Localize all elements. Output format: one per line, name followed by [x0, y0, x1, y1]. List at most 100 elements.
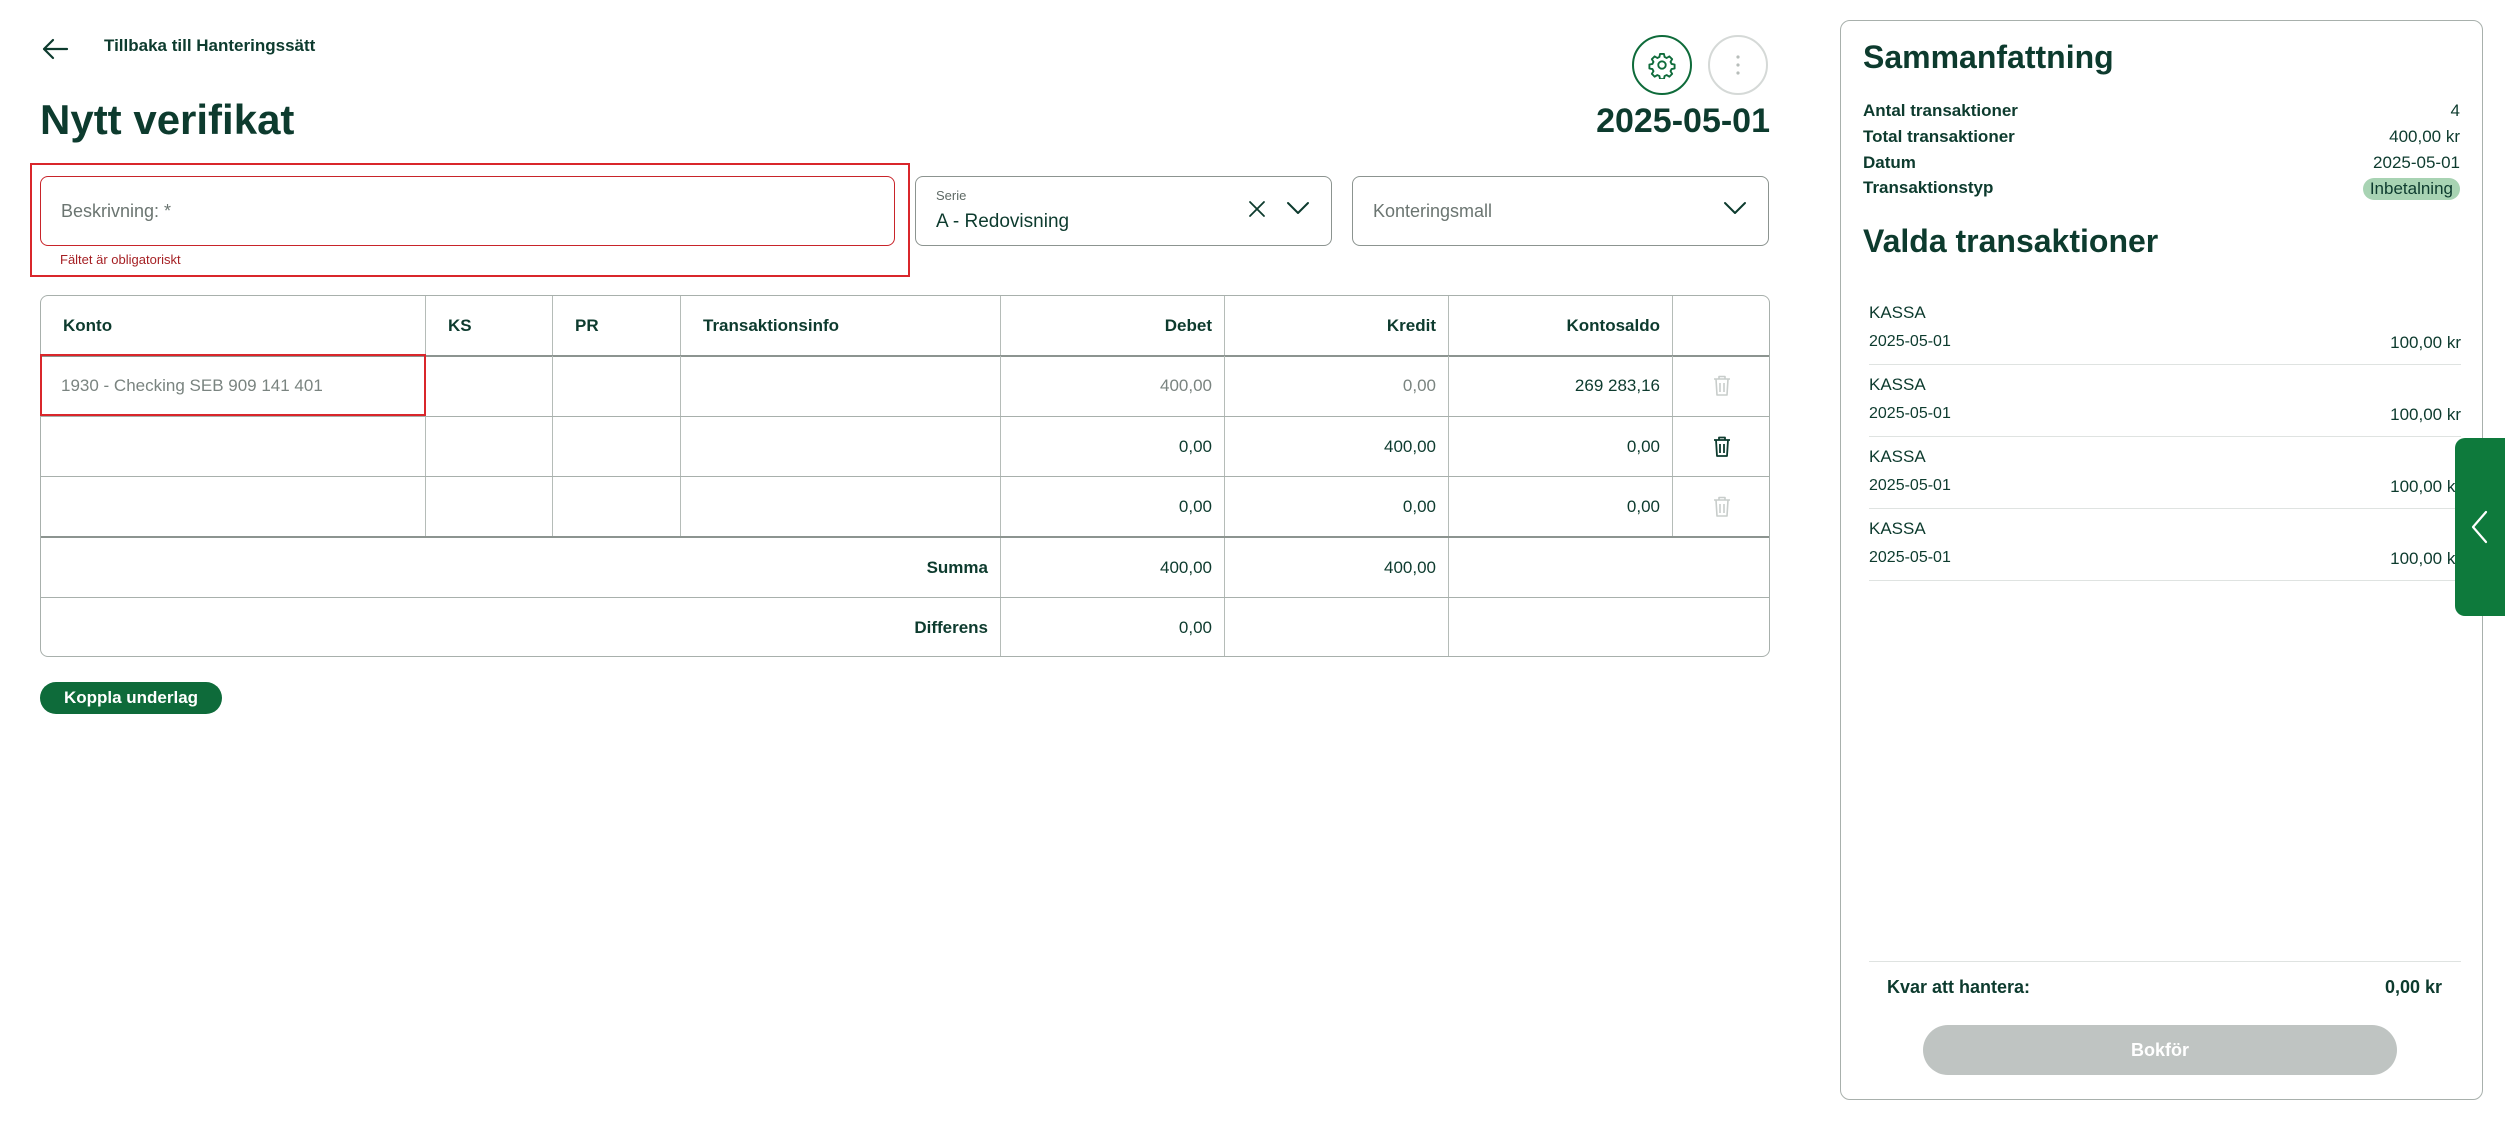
summary-row: Total transaktioner 400,00 kr [1863, 127, 2460, 147]
summary-row: Datum 2025-05-01 [1863, 153, 2460, 173]
summary-value: 2025-05-01 [2373, 153, 2460, 172]
summary-label: Antal transaktioner [1863, 101, 2018, 120]
ks-cell[interactable] [426, 477, 553, 536]
pr-cell[interactable] [553, 417, 681, 476]
book-button[interactable]: Bokför [1923, 1025, 2397, 1075]
differens-value: 0,00 [1001, 598, 1225, 656]
description-field[interactable]: Beskrivning: * [40, 176, 895, 246]
pr-cell[interactable] [553, 356, 681, 416]
remaining-label: Kvar att hantera: [1887, 977, 2031, 997]
info-cell[interactable] [681, 417, 1001, 476]
differens-empty [1225, 598, 1449, 656]
chevron-down-icon[interactable] [1723, 200, 1747, 216]
transaction-amount: 100,00 kr [2390, 477, 2461, 496]
kredit-cell[interactable]: 0,00 [1225, 356, 1449, 416]
delete-cell [1673, 477, 1769, 536]
back-button[interactable] [40, 34, 70, 64]
arrow-left-icon [42, 38, 69, 60]
table-row: 0,00 0,00 0,00 [41, 477, 1769, 536]
ks-cell[interactable] [426, 417, 553, 476]
kredit-cell[interactable]: 0,00 [1225, 477, 1449, 536]
col-header-ks: KS [426, 296, 553, 355]
table-header-row: Konto KS PR Transaktionsinfo Debet Kredi… [41, 296, 1769, 355]
summary-label: Datum [1863, 153, 1916, 172]
saldo-cell: 0,00 [1449, 477, 1673, 536]
summa-debet: 400,00 [1001, 538, 1225, 597]
trash-icon [1713, 436, 1730, 457]
debet-cell[interactable]: 400,00 [1001, 356, 1225, 416]
debet-cell[interactable]: 0,00 [1001, 477, 1225, 536]
list-item[interactable]: KASSA 2025-05-01 100,00 kr [1869, 365, 2461, 437]
chevron-down-icon[interactable] [1286, 200, 1310, 216]
list-item[interactable]: KASSA 2025-05-01 100,00 kr [1869, 293, 2461, 365]
summa-label: Summa [41, 538, 1001, 597]
serie-label: Serie [936, 188, 967, 203]
remaining-value: 0,00 kr [2384, 977, 2442, 997]
serie-select[interactable]: Serie A - Redovisning [915, 176, 1332, 246]
differens-empty [1449, 598, 1769, 656]
settings-button[interactable] [1632, 35, 1692, 95]
delete-row-button[interactable] [1687, 496, 1756, 518]
transaction-amount: 100,00 kr [2390, 405, 2461, 424]
list-item[interactable]: KASSA 2025-05-01 100,00 kr [1869, 509, 2461, 581]
summary-value: 400,00 kr [2389, 127, 2460, 146]
col-header-konto: Konto [41, 296, 426, 355]
attach-document-button[interactable]: Koppla underlag [40, 682, 222, 714]
summary-title: Sammanfattning [1863, 39, 2114, 75]
close-icon[interactable] [1246, 198, 1268, 220]
description-placeholder: Beskrivning: * [61, 201, 172, 221]
col-header-actions [1673, 296, 1769, 355]
transaction-date: 2025-05-01 [1869, 333, 1951, 350]
pr-cell[interactable] [553, 477, 681, 536]
summary-value: 4 [2450, 101, 2460, 120]
saldo-cell: 0,00 [1449, 417, 1673, 476]
debet-cell[interactable]: 0,00 [1001, 417, 1225, 476]
list-item[interactable]: KASSA 2025-05-01 100,00 kr [1869, 437, 2461, 509]
trash-icon [1713, 375, 1730, 396]
back-link-label[interactable]: Tillbaka till Hanteringssätt [104, 36, 315, 56]
transaction-name: KASSA [1869, 375, 1926, 394]
transaction-date: 2025-05-01 [1869, 549, 1951, 566]
info-cell[interactable] [681, 477, 1001, 536]
konto-cell[interactable] [41, 417, 426, 476]
col-header-kredit: Kredit [1225, 296, 1449, 355]
page-title: Nytt verifikat [40, 96, 295, 143]
saldo-cell: 269 283,16 [1449, 356, 1673, 416]
ks-cell[interactable] [426, 356, 553, 416]
template-select[interactable]: Konteringsmall [1352, 176, 1769, 246]
delete-row-button[interactable] [1687, 436, 1756, 458]
transaction-amount: 100,00 kr [2390, 549, 2461, 568]
differens-row: Differens 0,00 [41, 598, 1769, 656]
description-error: Fältet är obligatoriskt [60, 252, 181, 267]
differens-label: Differens [41, 598, 1001, 656]
remaining-row: Kvar att hantera: 0,00 kr [1887, 977, 2442, 998]
gear-icon [1648, 52, 1676, 79]
konto-cell-highlight [40, 354, 426, 416]
col-header-debet: Debet [1001, 296, 1225, 355]
delete-cell [1673, 417, 1769, 476]
template-placeholder: Konteringsmall [1373, 201, 1493, 221]
chevron-left-icon [2471, 510, 2488, 544]
voucher-date: 2025-05-01 [1596, 102, 1770, 140]
transaction-date: 2025-05-01 [1869, 477, 1951, 494]
more-options-button[interactable] [1708, 35, 1768, 95]
konto-cell[interactable] [41, 477, 426, 536]
delete-cell [1673, 356, 1769, 416]
trash-icon [1713, 496, 1730, 517]
delete-row-button[interactable] [1687, 375, 1756, 397]
transaction-type-badge: Inbetalning [2362, 178, 2460, 200]
divider [1869, 961, 2461, 962]
kredit-cell[interactable]: 400,00 [1225, 417, 1449, 476]
serie-value: A - Redovisning [936, 211, 1070, 232]
summa-kredit: 400,00 [1225, 538, 1449, 597]
transaction-amount: 100,00 kr [2390, 333, 2461, 352]
transaction-name: KASSA [1869, 303, 1926, 322]
table-row: 0,00 400,00 0,00 [41, 417, 1769, 476]
info-cell[interactable] [681, 356, 1001, 416]
col-header-transaktionsinfo: Transaktionsinfo [681, 296, 1001, 355]
summary-row: Antal transaktioner 4 [1863, 101, 2460, 121]
transactions-table: Konto KS PR Transaktionsinfo Debet Kredi… [40, 295, 1770, 657]
col-header-pr: PR [553, 296, 681, 355]
summary-label: Transaktionstyp [1863, 178, 1994, 197]
panel-toggle-button[interactable] [2455, 438, 2505, 616]
